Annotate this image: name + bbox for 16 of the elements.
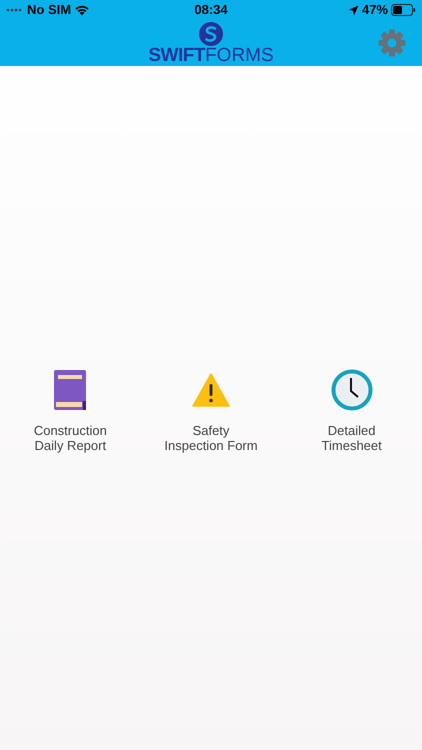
logo-text: FORMS bbox=[205, 46, 274, 65]
wifi-icon bbox=[74, 4, 90, 16]
clock-icon bbox=[330, 369, 373, 411]
location-arrow-icon bbox=[348, 4, 359, 16]
form-label[interactable]: Detailed Timesheet bbox=[322, 423, 382, 453]
warning-icon bbox=[192, 373, 230, 407]
form-label[interactable]: Safety Inspection Form bbox=[164, 423, 258, 453]
signal-icon bbox=[6, 8, 24, 12]
logo-icon bbox=[198, 21, 224, 47]
clock-text: 08:34 bbox=[194, 1, 228, 20]
form-label[interactable]: Construction Daily Report bbox=[34, 423, 107, 453]
carrier-text: No SIM bbox=[27, 1, 72, 20]
logo-text: SWIFT bbox=[148, 46, 206, 65]
book-icon bbox=[54, 370, 86, 410]
battery-percent: 47% bbox=[362, 1, 388, 20]
battery-icon bbox=[391, 4, 416, 16]
